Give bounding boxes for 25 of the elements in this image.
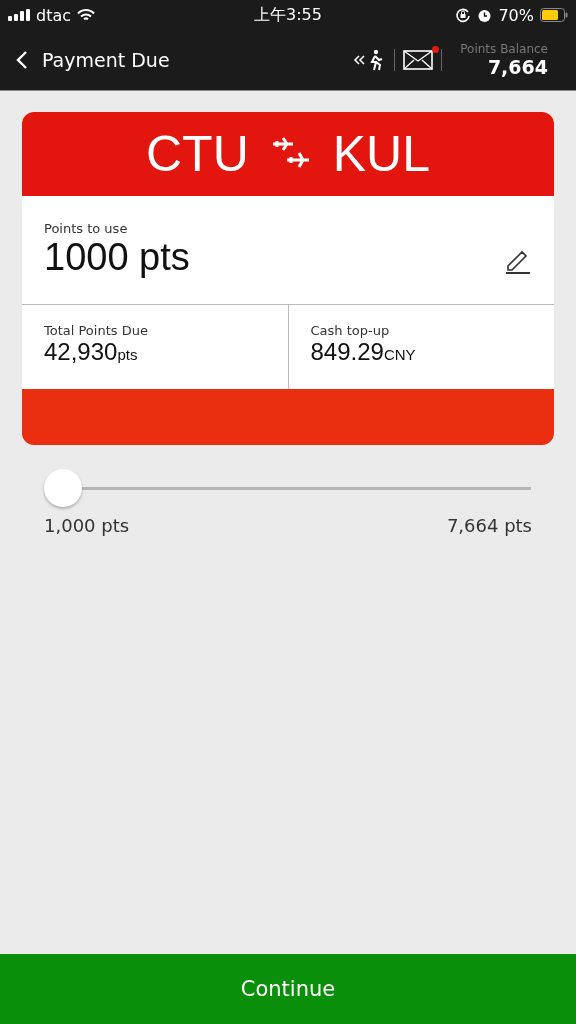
- carrier-name: dtac: [36, 5, 72, 25]
- points-to-use-label: Points to use: [44, 221, 129, 236]
- summary-label: Cash top-up: [310, 323, 391, 338]
- battery-percent: 70%: [498, 5, 534, 25]
- rotation-lock-icon: [455, 7, 472, 23]
- signal-icon: [8, 9, 30, 21]
- summary-value: 42,930pts: [44, 338, 139, 366]
- status-time: 上午3:55: [254, 4, 322, 26]
- mail-icon[interactable]: [403, 50, 434, 70]
- wifi-icon: [77, 8, 96, 22]
- points-balance-value: 7,664: [487, 56, 548, 78]
- alarm-icon: [477, 7, 493, 23]
- destination-code: KUL: [332, 125, 430, 183]
- points-balance-label: Points Balance: [460, 42, 548, 56]
- continue-button[interactable]: Continue: [0, 954, 576, 1024]
- page-title: Payment Due: [42, 49, 171, 71]
- slider-thumb[interactable]: [44, 469, 82, 507]
- slider-min-label: 1,000 pts: [44, 515, 130, 536]
- origin-code: CTU: [146, 125, 249, 183]
- battery-icon: [540, 8, 568, 22]
- points-slider[interactable]: [44, 469, 531, 509]
- points-to-use-value: 1000 pts: [44, 236, 190, 279]
- summary-value: 849.29CNY: [310, 338, 417, 366]
- summary-label: Total Points Due: [44, 323, 149, 338]
- slider-max-label: 7,664 pts: [446, 515, 532, 536]
